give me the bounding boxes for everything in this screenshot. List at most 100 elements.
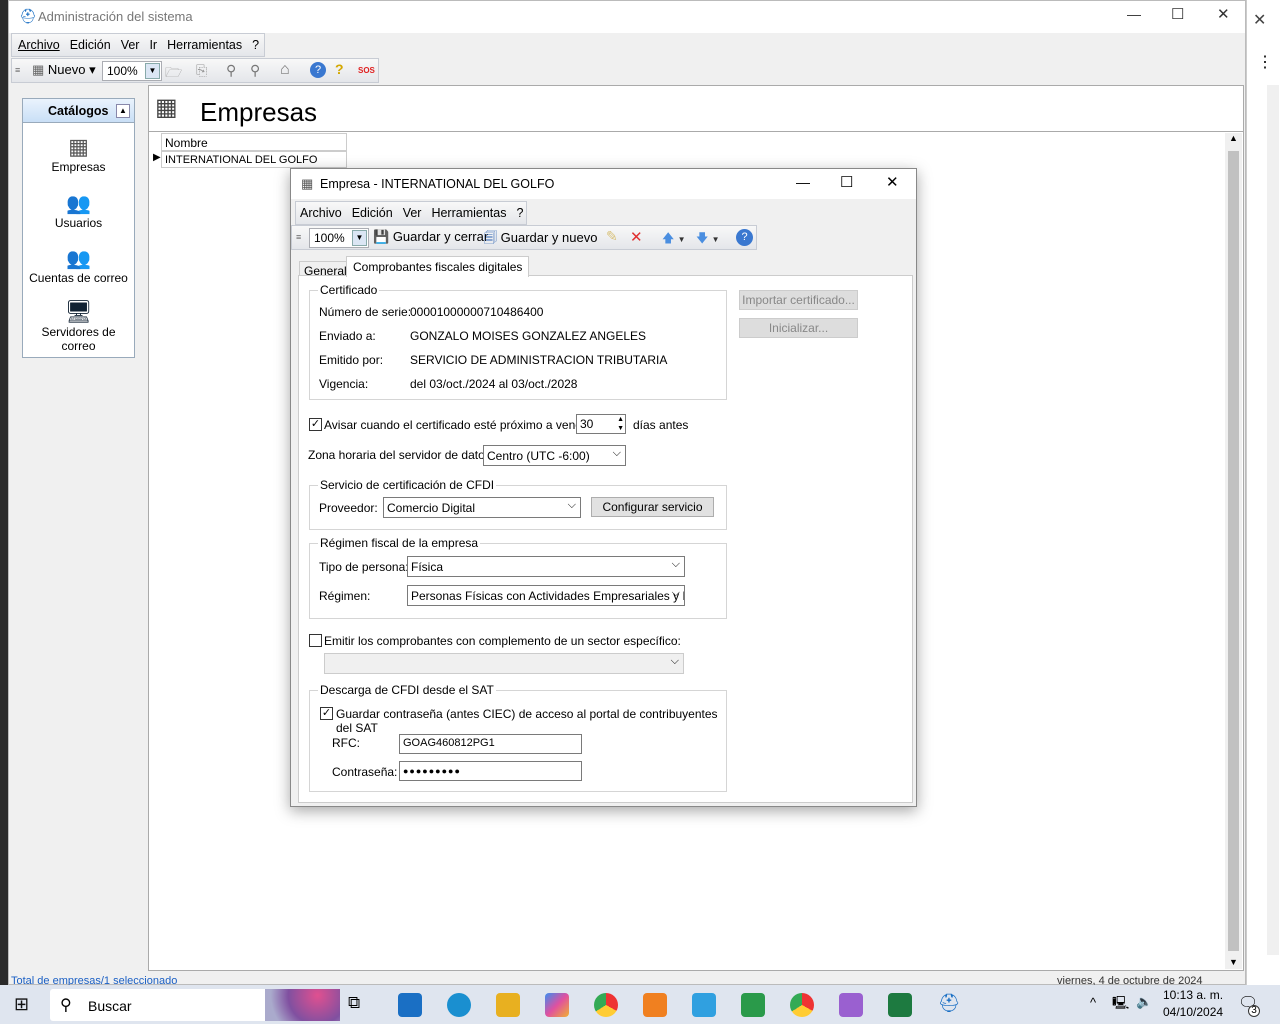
edit-icon[interactable]: ✎ [606,228,618,245]
mail-icon[interactable] [398,993,422,1017]
clock-time[interactable]: 10:13 a. m. [1163,988,1223,1002]
admin-app-icon[interactable]: ⛑ [937,993,961,1017]
new-button[interactable]: ▦ Nuevo ▾ [32,62,96,78]
provider-select[interactable]: Comercio Digital [383,497,581,518]
person-type-select[interactable]: Física [407,556,685,577]
catalog-item-usuarios[interactable]: 👥 Usuarios [23,191,134,230]
more-icon[interactable]: ⋮ [1257,52,1273,72]
maximize-button[interactable]: ☐ [840,173,853,191]
issuer-value: SERVICIO DE ADMINISTRACION TRIBUTARIA [410,353,668,367]
maximize-button[interactable]: ☐ [1171,5,1184,23]
building-icon: ▦ [301,176,314,191]
help-icon[interactable]: ? [736,229,753,246]
menu-bar: Archivo Edición Ver Ir Herramientas? [11,33,265,57]
rfc-input[interactable]: GOAG460812PG1 [399,734,582,754]
zoom-combo[interactable]: 100% ▼ [309,228,369,248]
configure-service-button[interactable]: Configurar servicio [591,497,714,517]
sos-button[interactable]: SOS [358,66,375,75]
find-next-icon[interactable]: ⚲ [250,62,260,79]
menu-herramientas[interactable]: Herramientas [167,38,242,52]
initialize-button[interactable]: Inicializar... [739,318,858,338]
regime-label: Régimen: [319,589,371,603]
copilot-icon[interactable] [545,993,569,1017]
save-password-label: Guardar contraseña (antes CIEC) de acces… [336,707,718,735]
password-input[interactable]: ●●●●●●●●● [399,761,582,781]
tray-chevron-icon[interactable]: ^ [1090,995,1096,1010]
serial-label: Número de serie: [319,305,412,319]
menu-ver[interactable]: Ver [403,206,422,220]
menu-archivo[interactable]: Archivo [18,38,60,52]
catalog-item-empresas[interactable]: ▦ Empresas [23,134,134,174]
help-icon[interactable]: ? [310,62,326,78]
catalog-item-cuentas[interactable]: 👥 Cuentas de correo [23,246,134,285]
days-spinner[interactable]: 30 ▲ ▼ [576,414,626,434]
find-icon[interactable]: ⚲ [226,62,236,79]
regime-legend: Régimen fiscal de la empresa [318,536,481,550]
chrome-icon[interactable] [594,993,618,1017]
menu-archivo[interactable]: Archivo [300,206,342,220]
mail-accounts-icon: 👥 [66,248,91,270]
close-button[interactable]: ✕ [1217,5,1230,23]
complement-checkbox[interactable] [309,634,322,647]
minimize-button[interactable]: — [1127,6,1141,22]
days-suffix: días antes [633,418,689,432]
open-folder-icon[interactable]: 🗁 [165,62,182,86]
menu-ver[interactable]: Ver [121,38,140,52]
dialog-toolbar: ≡ 100% ▼ 💾 Guardar y cerrar 🗐 Guardar y n… [291,225,757,250]
excel-icon[interactable] [888,993,912,1017]
minimize-button[interactable]: — [796,174,810,190]
close-button[interactable]: ✕ [886,173,899,191]
whats-this-icon[interactable]: ? [335,61,344,77]
column-header-nombre[interactable]: Nombre [161,133,347,151]
search-icon: ⚲ [60,997,72,1014]
complement-select[interactable] [324,653,684,674]
collapse-button[interactable]: ▲ [116,104,130,118]
table-row[interactable]: INTERNATIONAL DEL GOLFO [161,151,347,168]
search-box[interactable]: ⚲ Buscar [50,989,340,1021]
export-icon[interactable]: ⎘ [196,62,207,79]
app-icon[interactable] [643,993,667,1017]
company-dialog: ▦ Empresa - INTERNATIONAL DEL GOLFO — ☐ … [290,168,917,807]
calculator-icon[interactable] [692,993,716,1017]
menu-edicion[interactable]: Edición [352,206,393,220]
app-icon[interactable] [839,993,863,1017]
menu-help[interactable]: ? [516,206,523,220]
save-new-button[interactable]: 🗐 Guardar y nuevo [484,229,597,251]
sent-value: GONZALO MOISES GONZALEZ ANGELES [410,329,647,343]
validity-label: Vigencia: [319,377,369,391]
password-label: Contraseña: [332,765,398,779]
menu-herramientas[interactable]: Herramientas [431,206,506,220]
save-password-checkbox[interactable]: ✓ [320,707,333,720]
grip-icon: ≡ [15,65,21,75]
menu-edicion[interactable]: Edición [70,38,111,52]
save-close-button[interactable]: 💾 Guardar y cerrar [373,229,488,245]
warn-checkbox[interactable]: ✓ [309,418,322,431]
menu-ir[interactable]: Ir [149,38,157,52]
close-icon[interactable]: ✕ [1253,10,1266,30]
import-certificate-button[interactable]: Importar certificado... [739,290,858,310]
network-icon[interactable]: 🖳 [1112,994,1129,1016]
edge-icon[interactable] [447,993,471,1017]
money-icon[interactable] [741,993,765,1017]
scrollbar[interactable] [1267,85,1279,955]
zoom-combo[interactable]: 100% ▼ [102,61,162,81]
previous-icon[interactable]: 🡅 ▼ [662,229,686,250]
chrome-profile-icon[interactable] [790,993,814,1017]
taskbar: ⊞ ⚲ Buscar ⧉ ⛑ ^ 🖳 🔈 10:13 a. m. 04/10/2… [0,985,1280,1024]
file-explorer-icon[interactable] [496,993,520,1017]
building-icon: ▦ [32,62,45,77]
home-icon[interactable]: ⌂ [280,61,290,79]
next-icon[interactable]: 🡇 ▼ [696,229,720,250]
delete-icon[interactable]: ✕ [630,228,643,246]
menu-help[interactable]: ? [252,38,259,52]
sat-legend: Descarga de CFDI desde el SAT [318,683,496,697]
regime-select[interactable]: Personas Físicas con Actividades Empresa… [407,585,685,606]
task-view-icon[interactable]: ⧉ [348,993,372,1017]
scrollbar[interactable]: ▲ ▼ [1225,133,1242,969]
tab-cfdi[interactable]: Comprobantes fiscales digitales [346,256,530,277]
volume-icon[interactable]: 🔈 [1136,994,1152,1010]
start-icon[interactable]: ⊞ [14,994,29,1015]
timezone-select[interactable]: Centro (UTC -6:00) [483,445,626,466]
clock-date[interactable]: 04/10/2024 [1163,1005,1223,1019]
catalog-item-servidores[interactable]: 🖥 Servidores de correo [23,299,134,353]
